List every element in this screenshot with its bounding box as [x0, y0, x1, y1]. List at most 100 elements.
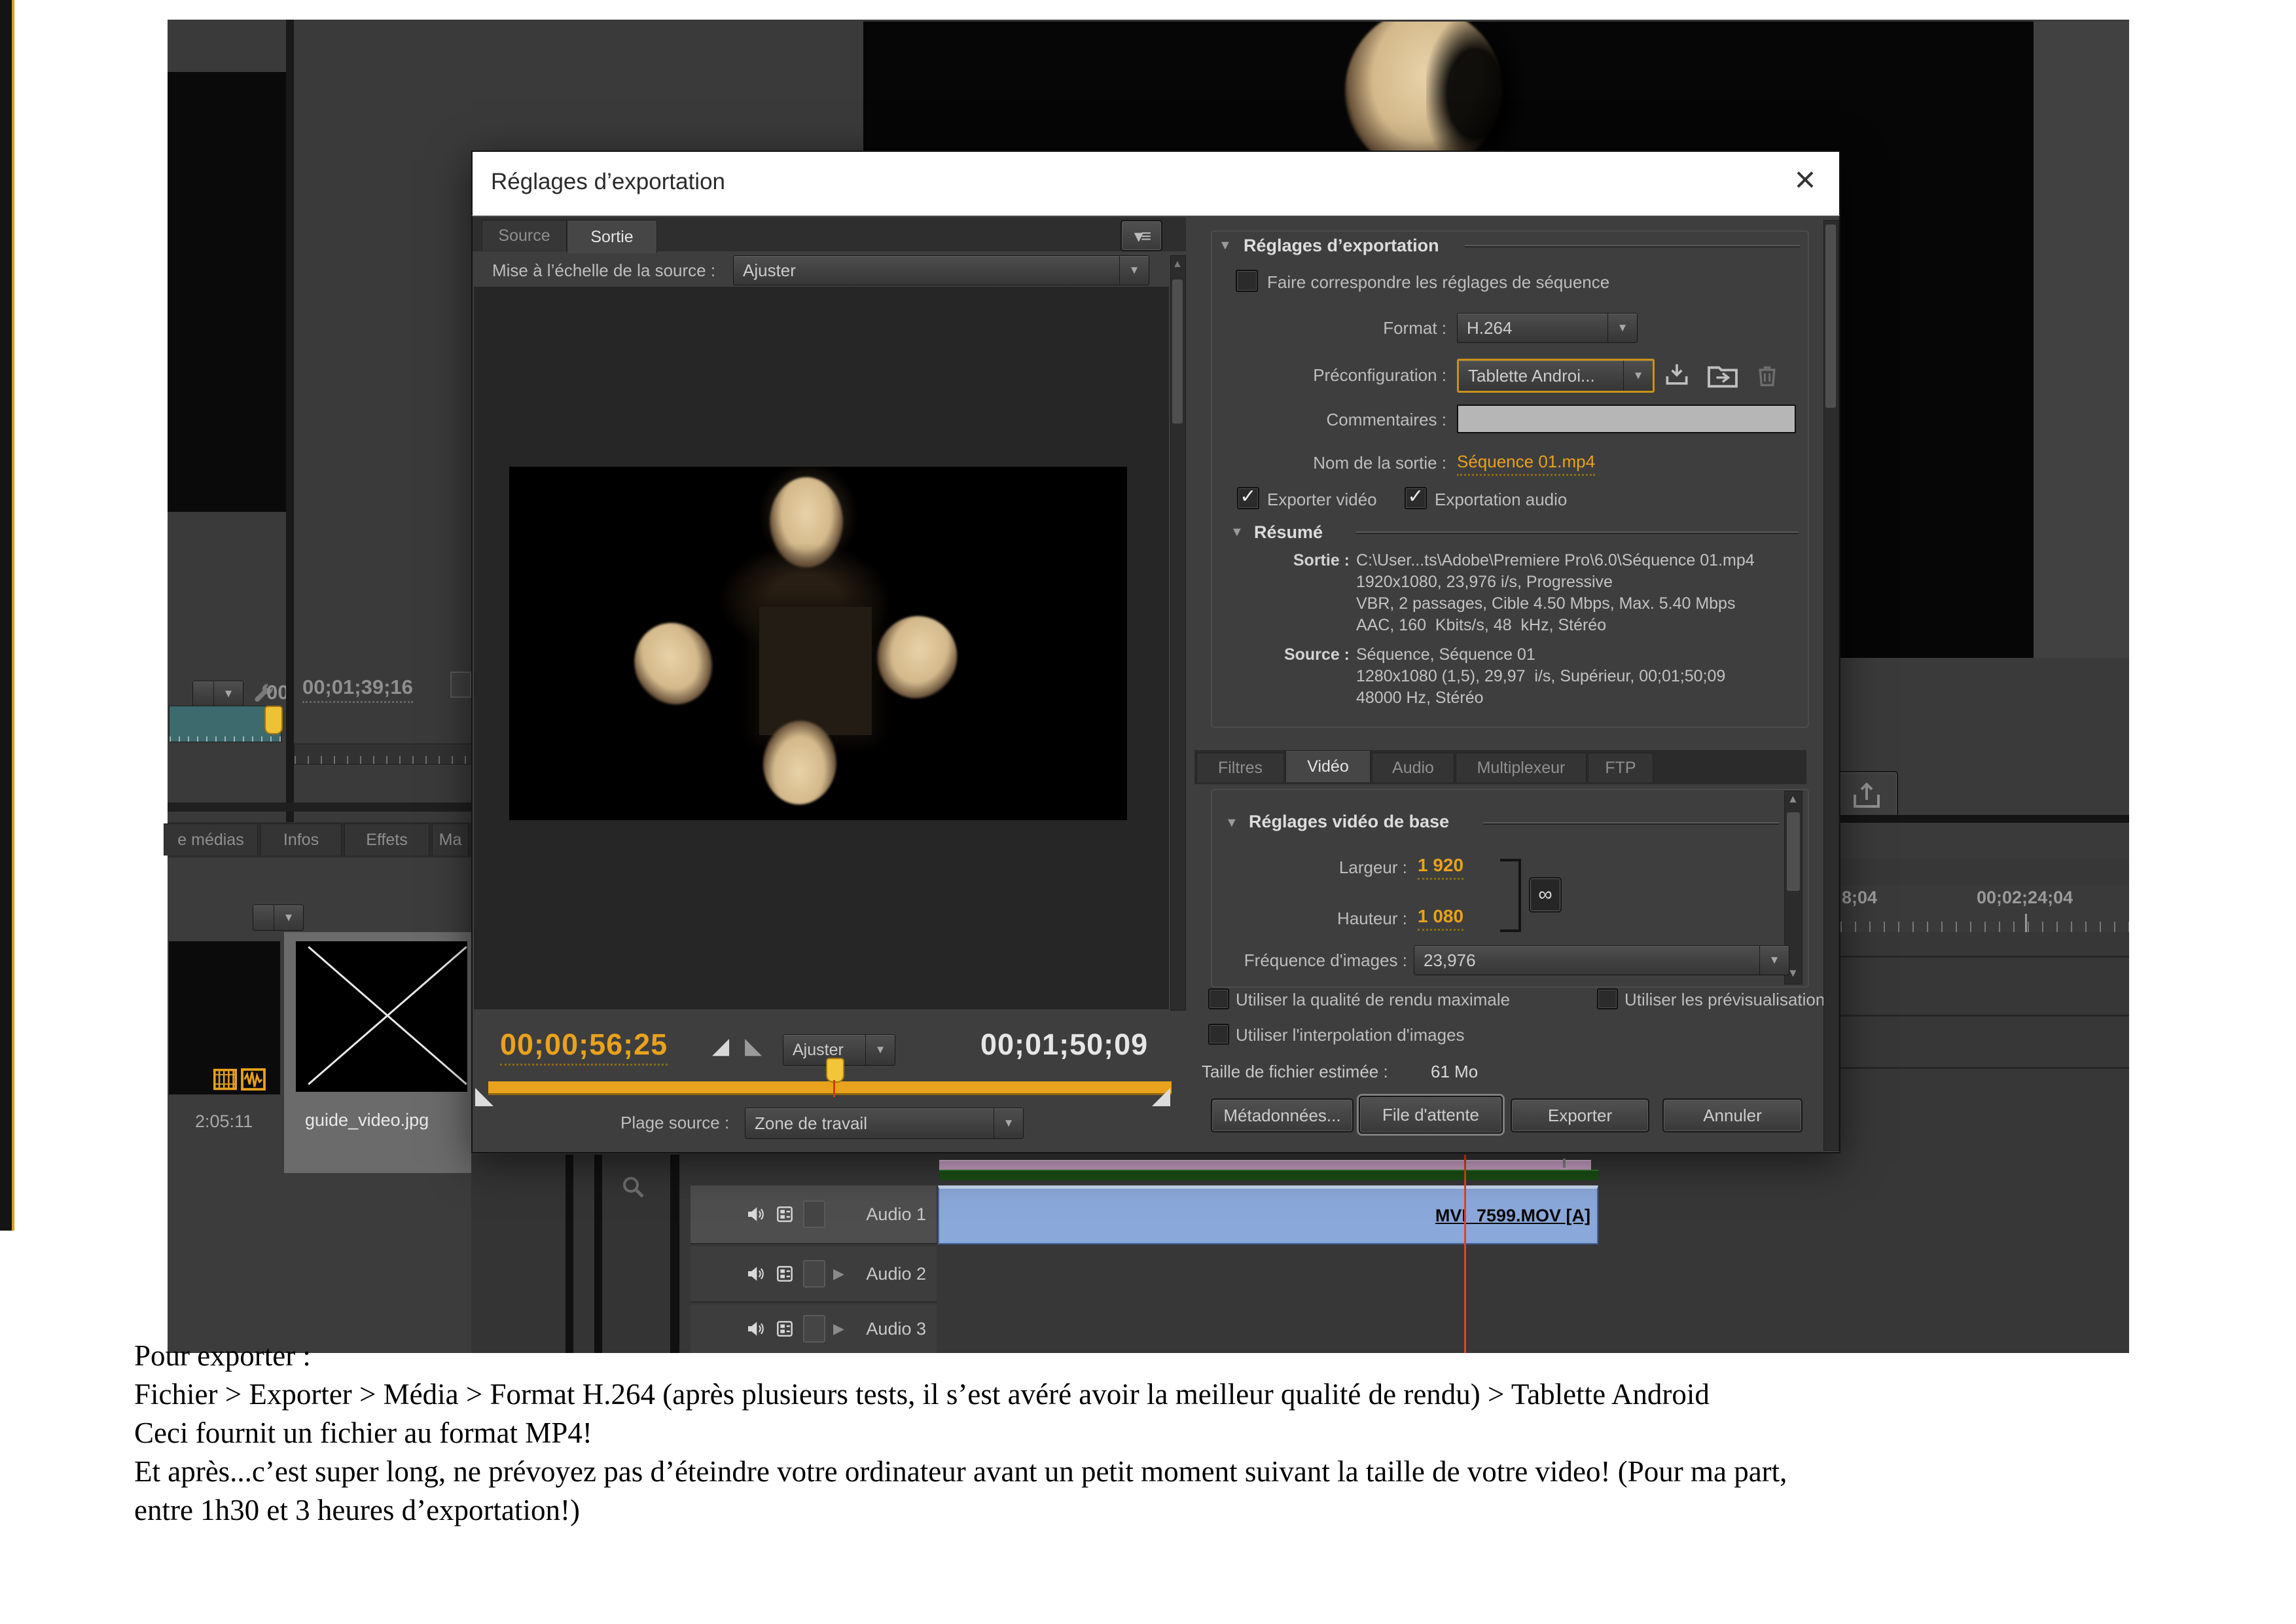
collapse-icon[interactable]: ▼ [1219, 238, 1232, 253]
link-icon: ∞ [1538, 884, 1552, 906]
audio-waveform-icon[interactable] [241, 1068, 266, 1091]
format-dropdown[interactable]: H.264 ▼ [1457, 313, 1638, 343]
export-frame-button[interactable] [1835, 771, 1898, 821]
chevron-down-icon: ▼ [865, 1035, 895, 1065]
source-range-dropdown[interactable]: Zone de travail ▼ [745, 1108, 1024, 1139]
tab-media-browser[interactable]: e médias [164, 823, 258, 856]
fps-label: Fréquence d'images : [1234, 950, 1407, 971]
audio-clip[interactable]: MVI_7599.MOV [A] [938, 1185, 1598, 1244]
scrollbar-thumb[interactable] [1172, 280, 1183, 424]
width-value[interactable]: 1 920 [1418, 855, 1463, 880]
tab-audio[interactable]: Audio [1372, 753, 1454, 782]
tab-infos[interactable]: Infos [260, 823, 342, 856]
scrollbar-thumb[interactable] [1825, 225, 1836, 408]
preview-scrollbar[interactable]: ▲ [1170, 255, 1186, 1011]
scale-dropdown[interactable]: Ajuster ▼ [733, 255, 1149, 285]
max-render-quality-checkbox[interactable] [1208, 988, 1229, 1009]
preset-dropdown[interactable]: Tablette Androi... ▼ [1457, 359, 1655, 393]
project-view-dropdown[interactable]: ▼ [253, 905, 304, 931]
caption-line: Fichier > Exporter > Média > Format H.26… [134, 1375, 1787, 1414]
in-point-icon[interactable]: ◢ [712, 1033, 729, 1059]
monitor-side-panel [2034, 22, 2129, 658]
fps-dropdown[interactable]: 23,976 ▼ [1414, 945, 1789, 975]
caption-line: Et après...c’est super long, ne prévoyez… [134, 1453, 1787, 1491]
tab-source[interactable]: Source [482, 220, 567, 251]
panel-menu-button[interactable]: ▾≡ [1121, 220, 1162, 251]
chevron-down-icon: ▼ [1623, 361, 1653, 391]
timeline-playhead[interactable] [1464, 1155, 1466, 1353]
zoom-tool-icon[interactable] [620, 1174, 647, 1200]
scale-value: Ajuster [743, 261, 796, 281]
collapse-icon[interactable]: ▼ [1230, 525, 1244, 540]
preview-current-timecode[interactable]: 00;00;56;25 [500, 1028, 668, 1066]
save-preset-icon[interactable] [1662, 361, 1691, 389]
tab-video[interactable]: Vidéo [1285, 750, 1371, 782]
speaker-icon[interactable] [745, 1263, 766, 1284]
export-video-label: Exporter vidéo [1267, 490, 1377, 510]
source-range-label: Plage source : [620, 1113, 729, 1133]
disclosure-icon[interactable]: ▶ [833, 1265, 844, 1282]
link-dimensions-button[interactable]: ∞ [1529, 877, 1562, 912]
track-toggle-box[interactable] [803, 1260, 825, 1288]
scrub-track[interactable] [488, 1081, 1172, 1095]
audio-track-header-1[interactable]: Audio 1 [691, 1185, 937, 1244]
work-area-marker[interactable] [1563, 1159, 1566, 1168]
frame-blending-checkbox[interactable] [1208, 1024, 1229, 1045]
tab-effets[interactable]: Effets [344, 823, 429, 856]
source-monitor-mini-dropdown[interactable]: ▼ [192, 681, 243, 707]
match-sequence-checkbox[interactable] [1236, 270, 1258, 292]
sequence-timecode[interactable]: 00;01;39;16 [302, 676, 413, 703]
video-clip-green[interactable] [939, 1170, 1598, 1180]
scroll-up-icon[interactable]: ▲ [1787, 793, 1799, 806]
output-name-link[interactable]: Séquence 01.mp4 [1457, 452, 1595, 476]
settings-pane-scrollbar[interactable] [1823, 220, 1839, 1151]
export-audio-checkbox[interactable]: ✓ [1405, 487, 1427, 509]
export-video-checkbox[interactable]: ✓ [1237, 487, 1259, 509]
summary-out-line: C:\User...ts\Adobe\Premiere Pro\6.0\Séqu… [1356, 551, 1755, 570]
summary-out-line: AAC, 160 Kbits/s, 48 kHz, Stéréo [1356, 616, 1606, 635]
collapse-icon[interactable]: ▼ [1225, 816, 1238, 831]
tab-filtres[interactable]: Filtres [1196, 753, 1284, 782]
chevron-down-icon: ▼ [1759, 946, 1789, 975]
use-previews-checkbox[interactable] [1597, 988, 1618, 1009]
divider [670, 1155, 679, 1353]
delete-preset-icon[interactable] [1755, 363, 1779, 389]
cancel-button[interactable]: Annuler [1662, 1098, 1803, 1132]
import-preset-icon[interactable] [1706, 361, 1740, 389]
use-previews-label: Utiliser les prévisualisations [1624, 990, 1833, 1010]
summary-src-label: Source : [1258, 645, 1350, 664]
panel-junction [471, 1155, 694, 1353]
monitor-small-button[interactable] [450, 672, 471, 698]
tab-sortie[interactable]: Sortie [567, 220, 657, 253]
speaker-icon[interactable] [745, 1204, 766, 1225]
track-display-style-icon[interactable] [774, 1263, 795, 1284]
range-end-handle[interactable] [1152, 1088, 1170, 1106]
project-item-image-thumb[interactable] [296, 941, 467, 1092]
tab-multiplexeur[interactable]: Multiplexeur [1456, 753, 1587, 782]
scroll-up-icon[interactable]: ▲ [1172, 259, 1183, 270]
divider [565, 1155, 573, 1353]
audio-track-header-2[interactable]: ▶ Audio 2 [691, 1246, 937, 1303]
queue-button[interactable]: File d'attente [1359, 1096, 1503, 1134]
track-divider [1840, 1067, 2129, 1069]
tab-ftp[interactable]: FTP [1588, 753, 1653, 782]
tab-marques[interactable]: Ma [432, 823, 469, 856]
range-start-handle[interactable] [475, 1088, 493, 1106]
track-toggle-box[interactable] [803, 1200, 825, 1228]
scrub-playhead-marker[interactable] [826, 1058, 844, 1083]
disclosure-icon[interactable]: ▶ [833, 1320, 844, 1337]
track-display-style-icon[interactable] [774, 1204, 795, 1225]
comments-input[interactable] [1457, 405, 1796, 433]
export-button[interactable]: Exporter [1511, 1098, 1649, 1132]
film-icon[interactable] [213, 1068, 237, 1091]
height-value[interactable]: 1 080 [1418, 906, 1463, 931]
source-playhead[interactable] [264, 706, 283, 734]
summary-out-line: 1920x1080, 23,976 i/s, Progressive [1356, 573, 1613, 592]
preview-video-frame [509, 467, 1127, 820]
metadata-button[interactable]: Métadonnées... [1211, 1098, 1354, 1132]
scrollbar-thumb[interactable] [1787, 812, 1800, 891]
out-point-icon[interactable]: ◣ [745, 1033, 762, 1059]
audio-clip-label: MVI_7599.MOV [A] [1435, 1206, 1590, 1226]
close-icon[interactable]: × [1784, 158, 1826, 200]
caption-line: entre 1h30 et 3 heures d’exportation!) [134, 1491, 1787, 1530]
